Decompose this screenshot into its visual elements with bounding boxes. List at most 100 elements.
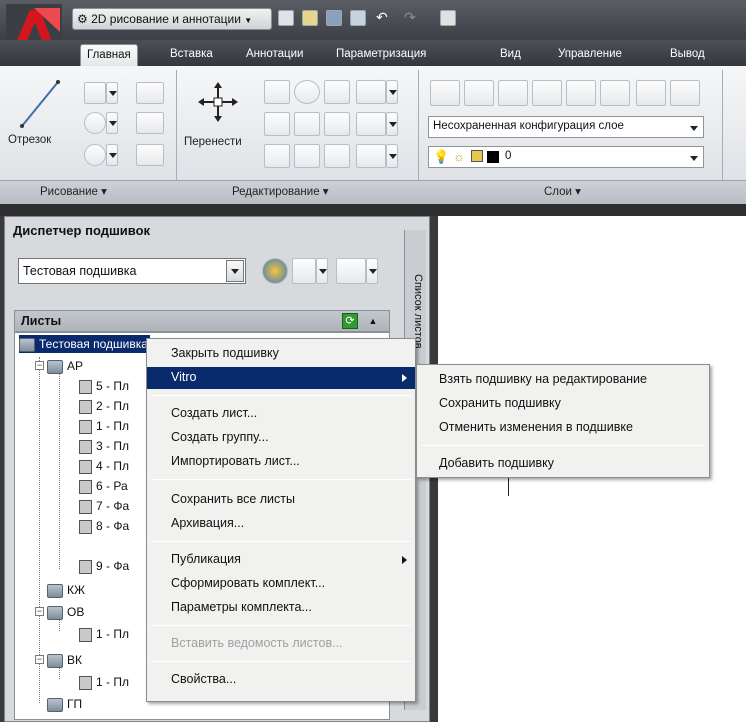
tab-insert[interactable]: Вставка — [164, 44, 219, 66]
layer-state-combo[interactable]: Несохраненная конфигурация слое — [428, 116, 704, 138]
tab-output[interactable]: Вывод — [664, 44, 711, 66]
tree-sheet[interactable]: 2 - Пл — [79, 397, 129, 415]
explode-dropdown[interactable] — [386, 144, 398, 168]
sheet-set-combo-dropdown[interactable] — [226, 260, 244, 282]
tab-parametric[interactable]: Параметризация — [330, 44, 432, 66]
explode-icon[interactable] — [356, 144, 386, 168]
ellipse-dropdown[interactable] — [106, 144, 118, 166]
tree-sheet[interactable]: 4 - Пл — [79, 457, 129, 475]
menu-item-publish[interactable]: Публикация — [147, 549, 415, 571]
layer-off-icon[interactable] — [600, 80, 630, 106]
tab-annotate[interactable]: Аннотации — [240, 44, 309, 66]
expand-collapse-icon[interactable]: − — [35, 655, 44, 664]
expand-collapse-icon[interactable]: − — [35, 607, 44, 616]
tree-group-ov[interactable]: ОВ — [47, 603, 84, 621]
modify-panel-title[interactable]: Редактирование ▾ — [232, 184, 329, 198]
tree-root-sheet-set[interactable]: Тестовая подшивка — [19, 335, 150, 353]
menu-item-etransmit[interactable]: Сформировать комплект... — [147, 573, 415, 595]
menu-item-new-sheet[interactable]: Создать лист... — [147, 403, 415, 425]
layer-states-icon[interactable] — [464, 80, 494, 106]
layer-freeze-icon[interactable] — [566, 80, 596, 106]
tree-group-gp[interactable]: ГП — [47, 695, 82, 713]
ellipse-icon[interactable] — [84, 144, 106, 166]
tree-sheet[interactable]: 5 - Пл — [79, 377, 129, 395]
workspace-combo[interactable]: ⚙ 2D рисование и аннотации ▼ — [72, 8, 272, 30]
palette-title: Диспетчер подшивок — [13, 223, 151, 238]
circle-icon[interactable] — [84, 112, 106, 134]
publish-dropdown[interactable] — [316, 258, 328, 284]
trim-icon[interactable] — [324, 80, 350, 104]
redo-icon[interactable]: ↷ — [404, 10, 420, 26]
layer-walk-icon[interactable] — [670, 80, 700, 106]
publish-printer-icon[interactable] — [292, 258, 316, 284]
draw-panel-title[interactable]: Рисование ▾ — [40, 184, 107, 198]
erase-icon[interactable] — [356, 80, 386, 104]
menu-item-new-subset[interactable]: Создать группу... — [147, 427, 415, 449]
line-tool-button[interactable] — [14, 74, 66, 134]
stretch-icon[interactable] — [264, 112, 290, 136]
menu-item-save-all-sheets[interactable]: Сохранить все листы — [147, 489, 415, 511]
undo-icon[interactable]: ↶ — [376, 10, 392, 26]
publish-globe-icon[interactable] — [262, 258, 288, 284]
move-tool-button[interactable] — [196, 80, 240, 124]
tree-sheet[interactable]: 3 - Пл — [79, 437, 129, 455]
rotate-icon[interactable] — [294, 80, 320, 104]
tree-sheet[interactable]: 8 - Фа — [79, 517, 129, 535]
polyline-dropdown[interactable] — [106, 82, 118, 104]
layer-properties-icon[interactable] — [430, 80, 460, 106]
fillet-dropdown[interactable] — [386, 112, 398, 136]
scale-icon[interactable] — [294, 144, 320, 168]
sheet-list-table-icon[interactable] — [336, 258, 366, 284]
mirror-icon[interactable] — [294, 112, 320, 136]
submenu-item-save[interactable]: Сохранить подшивку — [417, 393, 709, 415]
sun-icon: ☼ — [453, 149, 465, 164]
tree-sheet[interactable]: 7 - Фа — [79, 497, 129, 515]
layers-panel-title[interactable]: Слои ▾ — [544, 184, 581, 198]
print-icon[interactable] — [440, 10, 456, 26]
tree-sheet[interactable]: 9 - Фа — [79, 557, 129, 575]
offset-icon[interactable] — [324, 112, 350, 136]
menu-item-properties[interactable]: Свойства... — [147, 669, 415, 691]
refresh-icon[interactable]: ⟳ — [342, 313, 358, 329]
save-as-icon[interactable] — [350, 10, 366, 26]
expand-collapse-icon[interactable]: − — [35, 361, 44, 370]
menu-item-transmittal-setups[interactable]: Параметры комплекта... — [147, 597, 415, 619]
menu-item-archive[interactable]: Архивация... — [147, 513, 415, 535]
hatch-icon[interactable] — [136, 144, 164, 166]
sheet-set-combo[interactable]: Тестовая подшивка — [18, 258, 246, 284]
menu-item-vitro[interactable]: Vitro — [147, 367, 415, 389]
circle-dropdown[interactable] — [106, 112, 118, 134]
submenu-item-revert[interactable]: Отменить изменения в подшивке — [417, 417, 709, 439]
submenu-item-checkout[interactable]: Взять подшивку на редактирование — [417, 369, 709, 391]
tree-sheet[interactable]: 1 - Пл — [79, 673, 129, 691]
rectangle-icon[interactable] — [136, 112, 164, 134]
polyline-icon[interactable] — [84, 82, 106, 104]
new-file-icon[interactable] — [278, 10, 294, 26]
submenu-item-add-sheet-set[interactable]: Добавить подшивку — [417, 453, 709, 475]
tree-sheet[interactable]: 1 - Пл — [79, 417, 129, 435]
menu-item-close-sheet-set[interactable]: Закрыть подшивку — [147, 343, 415, 365]
layer-isolate-icon[interactable] — [498, 80, 528, 106]
tree-sheet[interactable]: 1 - Пл — [79, 625, 129, 643]
tree-sheet[interactable]: 6 - Ра — [79, 477, 128, 495]
tab-home[interactable]: Главная — [80, 44, 138, 66]
erase-dropdown[interactable] — [386, 80, 398, 104]
save-icon[interactable] — [326, 10, 342, 26]
arc-icon[interactable] — [136, 82, 164, 104]
tab-manage[interactable]: Управление — [552, 44, 628, 66]
sheet-list-dropdown[interactable] — [366, 258, 378, 284]
current-layer-combo[interactable]: 💡 ☼ 0 — [428, 146, 704, 168]
tree-group-kzh[interactable]: КЖ — [47, 581, 85, 599]
open-folder-icon[interactable] — [302, 10, 318, 26]
fillet-icon[interactable] — [356, 112, 386, 136]
copy-icon[interactable] — [264, 80, 290, 104]
layer-match-icon[interactable] — [636, 80, 666, 106]
menu-item-import-layout[interactable]: Импортировать лист... — [147, 451, 415, 473]
tree-group-ar[interactable]: АР — [47, 357, 83, 375]
array-icon[interactable] — [324, 144, 350, 168]
tab-view[interactable]: Вид — [494, 44, 527, 66]
pencil-edit-icon[interactable] — [264, 144, 290, 168]
tree-group-vk[interactable]: ВК — [47, 651, 82, 669]
layer-unisolate-icon[interactable] — [532, 80, 562, 106]
collapse-section-icon[interactable]: ▲ — [366, 314, 380, 328]
